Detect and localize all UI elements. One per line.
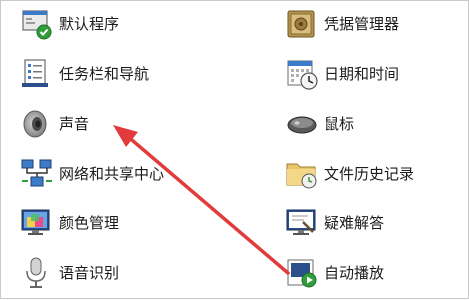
item-label: 网络和共享中心 [59,165,165,183]
calendar-clock-icon [284,56,320,92]
item-label: 默认程序 [59,15,120,33]
item-label: 自动播放 [324,264,385,282]
troubleshooting-icon [284,205,320,241]
item-autoplay[interactable]: 自动播放 [284,255,469,291]
item-label: 日期和时间 [324,65,400,83]
mouse-icon [284,106,320,142]
item-credential-manager[interactable]: 凭据管理器 [284,6,469,42]
item-label: 疑难解答 [324,214,385,232]
autoplay-icon [284,255,320,291]
default-programs-icon [19,6,55,42]
item-mouse[interactable]: 鼠标 [284,106,469,142]
item-file-history[interactable]: 文件历史记录 [284,156,469,192]
item-label: 颜色管理 [59,214,120,232]
color-management-icon [19,205,55,241]
item-label: 文件历史记录 [324,165,415,183]
network-sharing-icon [19,156,55,192]
item-label: 任务栏和导航 [59,65,150,83]
credential-vault-icon [284,6,320,42]
item-taskbar-navigation[interactable]: 任务栏和导航 [19,56,219,92]
item-label: 声音 [59,115,90,133]
speaker-icon [19,106,55,142]
item-date-time[interactable]: 日期和时间 [284,56,469,92]
taskbar-navigation-icon [19,56,55,92]
item-troubleshooting[interactable]: 疑难解答 [284,205,469,241]
item-label: 凭据管理器 [324,15,400,33]
file-history-icon [284,156,320,192]
item-default-programs[interactable]: 默认程序 [19,6,219,42]
item-color-management[interactable]: 颜色管理 [19,205,219,241]
item-speech-recognition[interactable]: 语音识别 [19,255,219,291]
item-network-sharing[interactable]: 网络和共享中心 [19,156,219,192]
control-panel-frame: 默认程序 任务栏和导航 声音 网络和共享中心 颜色管理 语音识别 凭据管理器 日… [0,0,469,299]
item-label: 鼠标 [324,115,355,133]
item-sound[interactable]: 声音 [19,106,219,142]
item-label: 语音识别 [59,264,120,282]
microphone-icon [19,255,55,291]
